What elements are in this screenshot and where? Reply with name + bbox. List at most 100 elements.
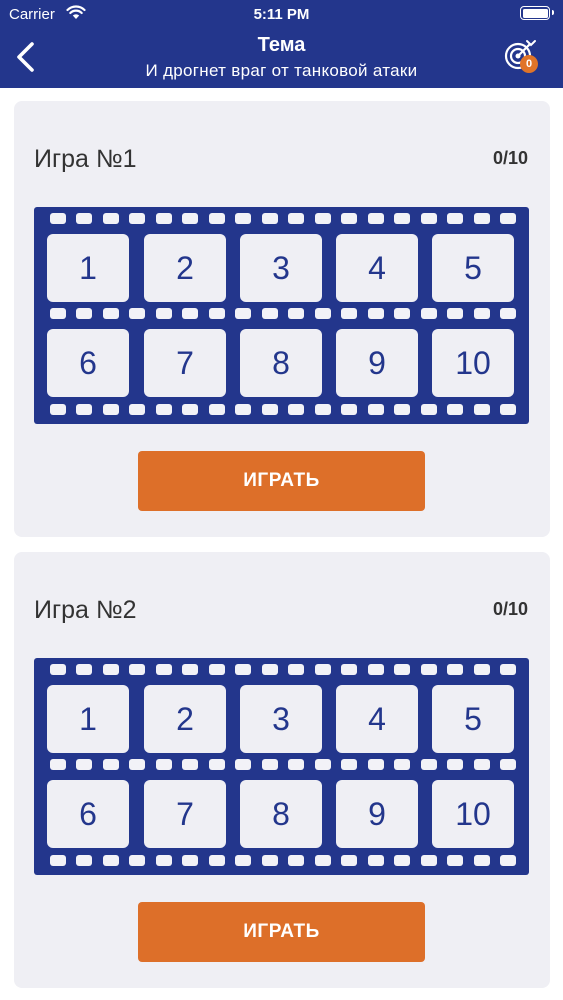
film-perforation <box>447 759 464 770</box>
question-frame[interactable]: 3 <box>240 685 322 753</box>
question-frame[interactable]: 1 <box>47 234 129 302</box>
question-frame[interactable]: 10 <box>432 780 514 848</box>
film-perforation <box>288 855 305 866</box>
film-perforation <box>102 213 119 224</box>
film-perforation <box>235 213 252 224</box>
film-perforation <box>155 664 172 675</box>
game-card: Игра №2 0/10 1 2 3 4 5 6 7 8 9 10 ИГРАТЬ <box>14 552 550 988</box>
film-perforation <box>235 308 252 319</box>
film-perforation <box>50 759 66 770</box>
film-perforation <box>394 759 411 770</box>
film-perforation <box>394 664 411 675</box>
film-perforation <box>182 308 199 319</box>
film-strip: 1 2 3 4 5 6 7 8 9 10 <box>34 207 529 424</box>
film-perforation <box>50 404 66 415</box>
target-count-badge: 0 <box>520 55 538 73</box>
film-perforation <box>420 664 437 675</box>
film-perforation <box>76 855 93 866</box>
film-perforation <box>499 855 516 866</box>
film-perforation <box>182 759 199 770</box>
film-perforation <box>341 404 358 415</box>
film-perforation <box>314 213 331 224</box>
question-frame[interactable]: 5 <box>432 234 514 302</box>
film-perforation <box>261 308 278 319</box>
film-perforation <box>182 404 199 415</box>
question-frame[interactable]: 2 <box>144 234 226 302</box>
question-frame[interactable]: 3 <box>240 234 322 302</box>
film-perforation <box>447 404 464 415</box>
game-score: 0/10 <box>492 148 528 168</box>
film-perforation <box>473 759 490 770</box>
question-frame[interactable]: 5 <box>432 685 514 753</box>
question-frame[interactable]: 2 <box>144 685 226 753</box>
film-perforation <box>76 664 93 675</box>
question-frame[interactable]: 4 <box>336 234 418 302</box>
film-perforation <box>394 308 411 319</box>
film-perforation <box>208 855 225 866</box>
film-perforation <box>341 213 358 224</box>
back-button[interactable] <box>12 40 44 74</box>
film-perforation <box>235 855 252 866</box>
question-frame[interactable]: 4 <box>336 685 418 753</box>
film-perforation <box>314 855 331 866</box>
film-perforation <box>447 664 464 675</box>
film-perforation <box>182 855 199 866</box>
film-perforation <box>155 855 172 866</box>
film-perforation <box>367 855 384 866</box>
film-perforation <box>129 213 146 224</box>
film-perforation <box>102 308 119 319</box>
target-button[interactable]: 0 <box>500 36 540 76</box>
film-perforation <box>76 308 93 319</box>
film-perforation <box>499 759 516 770</box>
film-perforation <box>208 664 225 675</box>
film-perforation <box>261 404 278 415</box>
film-perforation <box>499 213 516 224</box>
page-subtitle: И дрогнет враг от танковой атаки <box>145 61 418 80</box>
film-perforation <box>129 759 146 770</box>
film-perforation <box>394 404 411 415</box>
play-button[interactable]: ИГРАТЬ <box>138 451 425 511</box>
question-frame[interactable]: 10 <box>432 329 514 397</box>
film-strip: 1 2 3 4 5 6 7 8 9 10 <box>34 658 529 875</box>
film-perforation <box>499 404 516 415</box>
question-frame[interactable]: 9 <box>336 329 418 397</box>
film-perforation <box>208 404 225 415</box>
film-perforation <box>235 759 252 770</box>
film-perforation <box>208 213 225 224</box>
film-perforation <box>447 213 464 224</box>
film-perforation <box>447 855 464 866</box>
film-perforation <box>473 664 490 675</box>
game-score: 0/10 <box>492 599 528 619</box>
film-perforation <box>341 855 358 866</box>
film-perforation <box>50 664 66 675</box>
question-frame[interactable]: 9 <box>336 780 418 848</box>
film-perforation <box>473 213 490 224</box>
play-button[interactable]: ИГРАТЬ <box>138 902 425 962</box>
film-perforation <box>76 404 93 415</box>
film-perforation-row <box>50 855 516 866</box>
film-perforation <box>50 213 66 224</box>
film-perforation <box>473 308 490 319</box>
film-perforation <box>367 213 384 224</box>
film-perforation <box>288 759 305 770</box>
film-perforation <box>235 404 252 415</box>
question-frame[interactable]: 8 <box>240 780 322 848</box>
film-perforation <box>394 855 411 866</box>
film-perforation <box>50 855 66 866</box>
question-frame[interactable]: 1 <box>47 685 129 753</box>
film-perforation <box>420 308 437 319</box>
film-perforation <box>420 759 437 770</box>
question-frame[interactable]: 7 <box>144 329 226 397</box>
film-perforation <box>288 404 305 415</box>
question-frame[interactable]: 8 <box>240 329 322 397</box>
question-frame[interactable]: 6 <box>47 780 129 848</box>
question-frame[interactable]: 7 <box>144 780 226 848</box>
film-perforation <box>341 308 358 319</box>
film-perforation <box>341 664 358 675</box>
game-title: Игра №2 <box>34 596 137 624</box>
film-perforation <box>155 308 172 319</box>
film-perforation <box>235 664 252 675</box>
film-perforation <box>314 308 331 319</box>
film-perforation <box>288 664 305 675</box>
question-frame[interactable]: 6 <box>47 329 129 397</box>
